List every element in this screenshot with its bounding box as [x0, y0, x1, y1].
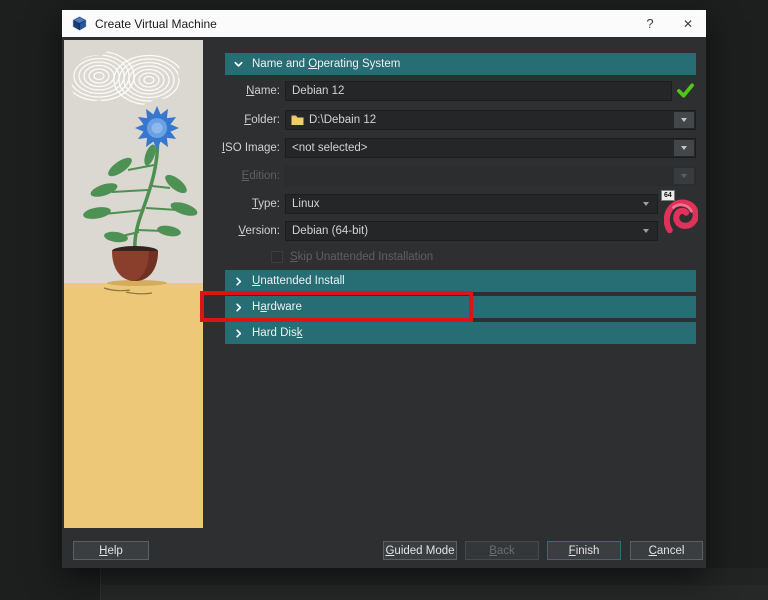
iso-dropdown-button[interactable]	[674, 140, 694, 156]
cancel-button[interactable]: Cancel	[630, 541, 703, 560]
type-value: Linux	[292, 198, 320, 210]
chevron-down-icon	[681, 146, 687, 150]
section-label: Unattended Install	[252, 275, 345, 287]
name-value: Debian 12	[292, 85, 345, 97]
type-label: Type:	[251, 198, 280, 210]
chevron-right-icon	[233, 328, 244, 339]
folder-value: D:\Debain 12	[309, 114, 377, 126]
guided-mode-button[interactable]: Guided Mode	[383, 541, 457, 560]
skip-unattended-label: Skip Unattended Installation	[290, 251, 434, 263]
edition-field	[285, 166, 696, 186]
version-value: Debian (64-bit)	[292, 225, 369, 237]
folder-field[interactable]: D:\Debain 12	[285, 110, 696, 130]
highlight-rectangle	[200, 291, 473, 322]
virtualbox-logo-icon	[72, 16, 87, 31]
iso-value: <not selected>	[292, 142, 368, 154]
section-label: Name and Operating System	[252, 58, 401, 70]
valid-check-icon	[677, 83, 694, 103]
background-window-edge	[100, 568, 101, 600]
folder-dropdown-button[interactable]	[674, 112, 694, 128]
chevron-down-icon	[643, 202, 649, 206]
folder-icon	[291, 114, 304, 126]
section-header-hard-disk[interactable]: Hard Disk	[225, 322, 696, 344]
skip-unattended-checkbox	[271, 251, 283, 263]
edition-label: Edition:	[241, 170, 280, 182]
debian-os-icon: 64	[661, 190, 701, 236]
folder-label: Folder:	[244, 114, 280, 126]
background-window-region	[100, 568, 768, 585]
window-close-button[interactable]: ✕	[672, 10, 704, 37]
chevron-down-icon	[643, 229, 649, 233]
64bit-badge: 64	[661, 190, 675, 201]
skip-unattended-row: Skip Unattended Installation	[271, 250, 433, 264]
debian-swirl-icon	[663, 196, 699, 239]
window-help-button[interactable]: ?	[634, 10, 666, 37]
desktop-background: Create Virtual Machine ? ✕ Name and Oper…	[0, 0, 768, 600]
title-bar: Create Virtual Machine ? ✕	[62, 10, 706, 37]
window-title: Create Virtual Machine	[95, 16, 217, 31]
type-field[interactable]: Linux	[285, 194, 658, 214]
create-vm-dialog: Create Virtual Machine ? ✕ Name and Oper…	[62, 10, 706, 568]
chevron-down-icon	[681, 118, 687, 122]
section-label: Hard Disk	[252, 327, 303, 339]
finish-button[interactable]: Finish	[547, 541, 621, 560]
version-field[interactable]: Debian (64-bit)	[285, 221, 658, 241]
name-field[interactable]: Debian 12	[285, 81, 672, 101]
chevron-down-icon	[681, 174, 687, 178]
name-label: Name:	[246, 85, 280, 97]
background-window-region	[100, 585, 768, 600]
help-button[interactable]: Help	[73, 541, 149, 560]
edition-dropdown-button	[674, 168, 694, 184]
iso-label: ISO Image:	[221, 142, 280, 154]
type-dropdown-button[interactable]	[636, 196, 656, 212]
section-header-unattended-install[interactable]: Unattended Install	[225, 270, 696, 292]
chevron-down-icon	[233, 59, 244, 70]
version-dropdown-button[interactable]	[636, 223, 656, 239]
version-label: Version:	[238, 225, 280, 237]
iso-image-field[interactable]: <not selected>	[285, 138, 696, 158]
back-button: Back	[465, 541, 539, 560]
chevron-right-icon	[233, 276, 244, 287]
section-header-name-os[interactable]: Name and Operating System	[225, 53, 696, 75]
